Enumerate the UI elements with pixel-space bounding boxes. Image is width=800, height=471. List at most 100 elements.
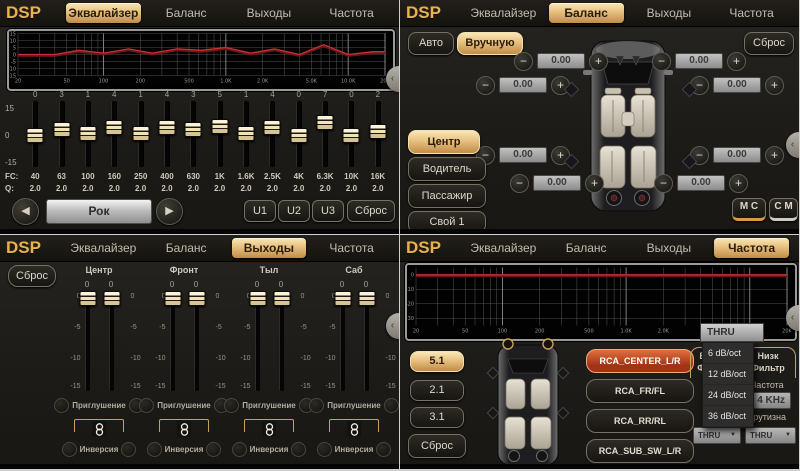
preset-next-button[interactable]: ▶ <box>156 198 183 225</box>
output-slider-track[interactable] <box>340 291 345 391</box>
output-slider-knob[interactable] <box>334 291 351 306</box>
eq-slider-knob[interactable] <box>343 128 360 143</box>
eq-slider-knob[interactable] <box>290 128 307 143</box>
freq-reset-button[interactable]: Сброс <box>408 434 466 458</box>
tab-equalizer[interactable]: Эквалайзер <box>66 3 141 23</box>
decrement-button[interactable]: − <box>510 174 529 193</box>
increment-button[interactable]: + <box>585 174 604 193</box>
decrement-button[interactable]: − <box>652 52 671 71</box>
eq-band-slider[interactable] <box>190 101 196 167</box>
output-slider-knob[interactable] <box>164 291 181 306</box>
output-level-slider[interactable]: 0 <box>355 279 377 391</box>
chain-link-icon[interactable] <box>92 421 106 437</box>
eq-slider-knob[interactable] <box>79 126 96 141</box>
increment-button[interactable]: + <box>765 146 784 165</box>
output-level-slider[interactable]: 0 <box>76 279 98 391</box>
eq-slider-knob[interactable] <box>264 120 281 135</box>
chain-link-icon[interactable] <box>262 421 276 437</box>
eq-band-slider[interactable] <box>375 101 381 167</box>
chain-link-icon[interactable] <box>177 421 191 437</box>
mute-left-toggle[interactable] <box>139 398 154 413</box>
rca-output-button-4[interactable]: RCA_SUB_SW_L/R <box>586 439 694 463</box>
tab-frequency[interactable]: Частота <box>314 238 389 258</box>
eq-slider-knob[interactable] <box>238 126 255 141</box>
output-slider-knob[interactable] <box>249 291 266 306</box>
output-slider-track[interactable] <box>85 291 90 391</box>
slope-option-24-dB/oct[interactable]: 24 dB/oct <box>703 385 753 406</box>
output-level-slider[interactable]: 0 <box>331 279 353 391</box>
high-pass-slope-select[interactable]: THRU ▼ <box>693 427 741 444</box>
output-slider-track[interactable] <box>364 291 369 391</box>
slope-option-6-dB/oct[interactable]: 6 dB/oct <box>703 343 753 364</box>
increment-button[interactable]: + <box>589 52 608 71</box>
slope-option-12-dB/oct[interactable]: 12 dB/oct <box>703 364 753 385</box>
output-slider-track[interactable] <box>170 291 175 391</box>
user-preset-u2-button[interactable]: U2 <box>278 200 310 222</box>
tab-balance[interactable]: Баланс <box>149 3 224 23</box>
listen-position-center-button[interactable]: Центр <box>408 130 480 154</box>
listen-position-passenger-button[interactable]: Пассажир <box>408 184 486 208</box>
rca-output-button-2[interactable]: RCA_FR/FL <box>586 379 694 403</box>
rca-output-button-1[interactable]: RCA_CENTER_L/R <box>586 349 694 373</box>
user-preset-u3-button[interactable]: U3 <box>312 200 344 222</box>
eq-slider-knob[interactable] <box>317 115 334 130</box>
output-slider-track[interactable] <box>279 291 284 391</box>
eq-band-slider[interactable] <box>217 101 223 167</box>
invert-left-toggle[interactable] <box>62 442 77 457</box>
tab-equalizer[interactable]: Эквалайзер <box>66 238 141 258</box>
eq-band-slider[interactable] <box>85 101 91 167</box>
invert-right-toggle[interactable] <box>291 442 306 457</box>
increment-button[interactable]: + <box>765 76 784 95</box>
slope-dropdown-selected[interactable]: THRU <box>700 323 764 342</box>
preset-prev-button[interactable]: ◀ <box>12 198 39 225</box>
tab-outputs[interactable]: Выходы <box>232 3 307 23</box>
eq-band-slider[interactable] <box>164 101 170 167</box>
eq-band-slider[interactable] <box>32 101 38 167</box>
output-level-slider[interactable]: 0 <box>270 279 292 391</box>
eq-slider-knob[interactable] <box>53 122 70 137</box>
eq-slider-knob[interactable] <box>211 119 228 134</box>
invert-left-toggle[interactable] <box>317 442 332 457</box>
eq-slider-knob[interactable] <box>27 128 44 143</box>
mode-2-1-button[interactable]: 2.1 <box>410 380 464 401</box>
eq-reset-button[interactable]: Сброс <box>347 200 395 222</box>
balance-auto-button[interactable]: Авто <box>408 32 454 55</box>
eq-band-slider[interactable] <box>348 101 354 167</box>
chain-link-icon[interactable] <box>347 421 361 437</box>
outputs-reset-button[interactable]: Сброс <box>8 265 56 287</box>
slope-option-36-dB/oct[interactable]: 36 dB/oct <box>703 406 753 427</box>
mute-left-toggle[interactable] <box>309 398 324 413</box>
tab-balance[interactable]: Баланс <box>549 238 624 258</box>
user-preset-u1-button[interactable]: U1 <box>244 200 276 222</box>
decrement-button[interactable]: − <box>654 174 673 193</box>
output-slider-track[interactable] <box>109 291 114 391</box>
eq-slider-knob[interactable] <box>106 120 123 135</box>
eq-slider-knob[interactable] <box>185 122 202 137</box>
mute-left-toggle[interactable] <box>224 398 239 413</box>
eq-band-slider[interactable] <box>138 101 144 167</box>
eq-slider-knob[interactable] <box>158 120 175 135</box>
eq-band-slider[interactable] <box>243 101 249 167</box>
invert-right-toggle[interactable] <box>206 442 221 457</box>
output-slider-knob[interactable] <box>188 291 205 306</box>
eq-band-slider[interactable] <box>59 101 65 167</box>
decrement-button[interactable]: − <box>476 76 495 95</box>
eq-slider-knob[interactable] <box>369 124 386 139</box>
output-level-slider[interactable]: 0 <box>161 279 183 391</box>
rca-output-button-3[interactable]: RCA_RR/RL <box>586 409 694 433</box>
mute-right-toggle[interactable] <box>384 398 399 413</box>
mute-left-toggle[interactable] <box>54 398 69 413</box>
mode-5-1-button[interactable]: 5.1 <box>410 351 464 372</box>
increment-button[interactable]: + <box>729 174 748 193</box>
output-slider-knob[interactable] <box>79 291 96 306</box>
decrement-button[interactable]: − <box>514 52 533 71</box>
increment-button[interactable]: + <box>727 52 746 71</box>
eq-band-slider[interactable] <box>269 101 275 167</box>
tab-balance[interactable]: Баланс <box>149 238 224 258</box>
tab-equalizer[interactable]: Эквалайзер <box>466 3 541 23</box>
mc-mode-button[interactable]: M C <box>732 198 766 221</box>
eq-band-slider[interactable] <box>111 101 117 167</box>
output-slider-track[interactable] <box>194 291 199 391</box>
eq-band-slider[interactable] <box>322 101 328 167</box>
invert-right-toggle[interactable] <box>376 442 391 457</box>
